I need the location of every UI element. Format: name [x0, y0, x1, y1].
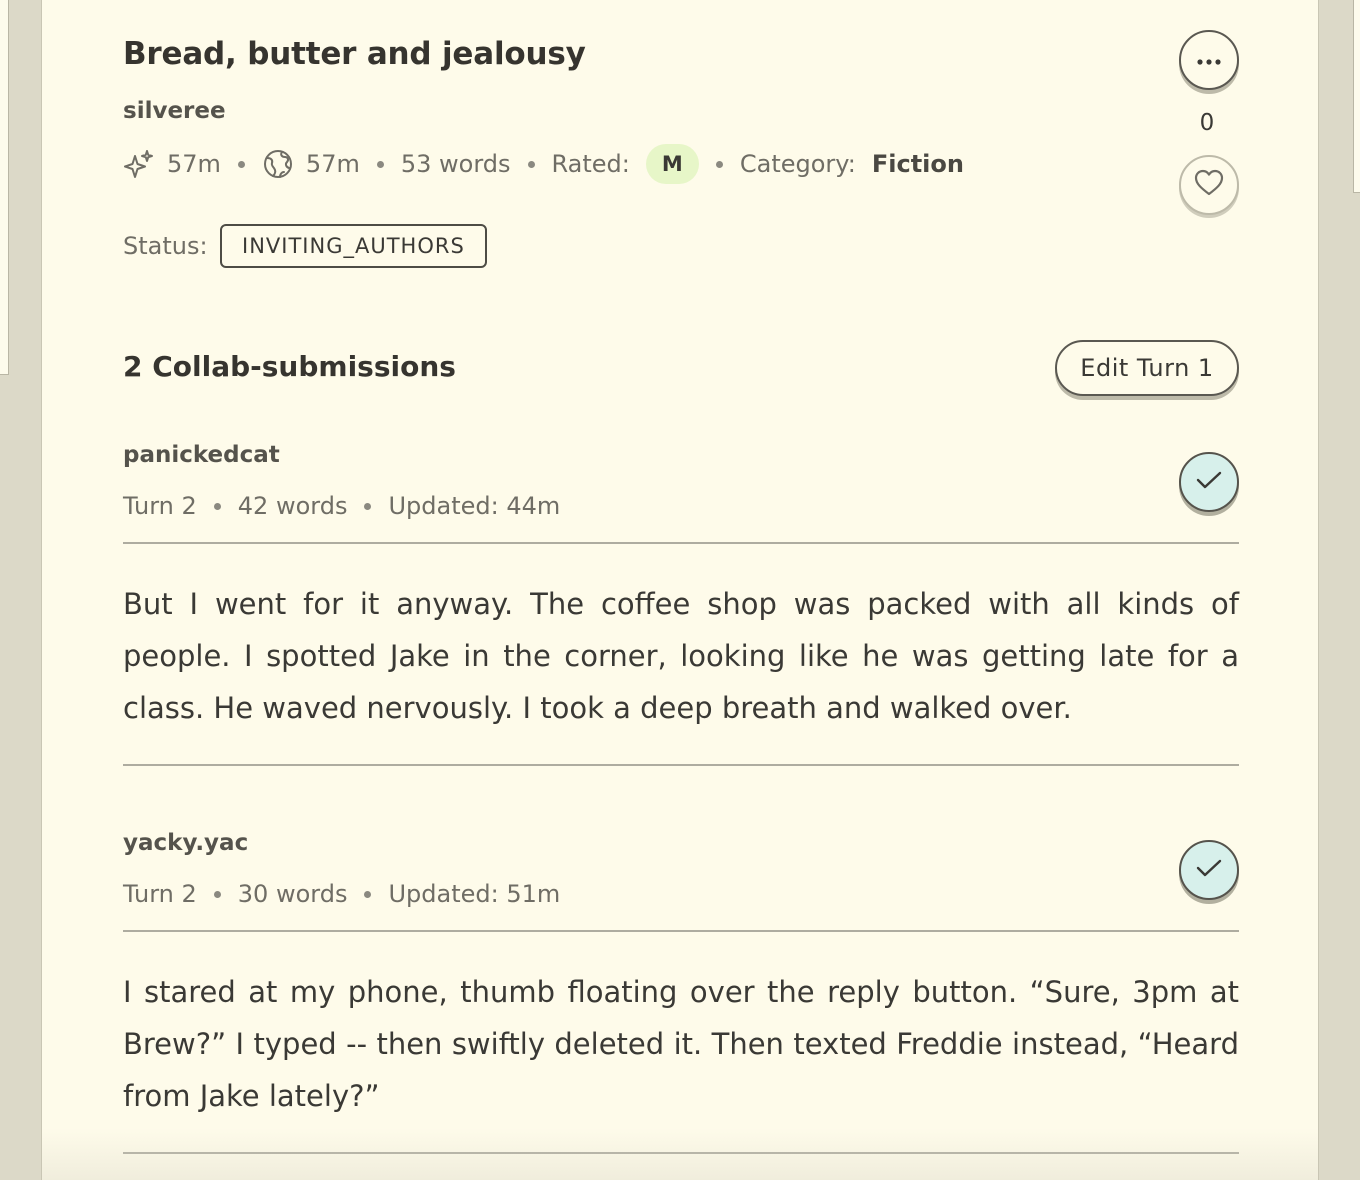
story-card: Bread, butter and jealousy silveree 57m … [41, 0, 1319, 1180]
created-ago: 57m [167, 150, 221, 178]
story-title: Bread, butter and jealousy [123, 36, 586, 72]
submission-words: 30 words [237, 880, 348, 908]
like-button[interactable] [1179, 155, 1239, 215]
submission-updated: Updated: 44m [388, 492, 561, 520]
approve-submission-button[interactable] [1179, 840, 1239, 900]
submission-updated: Updated: 51m [388, 880, 561, 908]
approve-submission-button[interactable] [1179, 452, 1239, 512]
divider [123, 542, 1239, 544]
divider [123, 1152, 1239, 1154]
submission-turn: Turn 2 [123, 492, 197, 520]
rated-label: Rated: [551, 150, 630, 178]
category-label: Category: [739, 150, 856, 178]
submission-text: But I went for it anyway. The coffee sho… [123, 587, 1239, 725]
submission-words: 42 words [237, 492, 348, 520]
word-count: 53 words [400, 150, 511, 178]
heart-icon [1194, 169, 1224, 201]
scroll-fade [42, 1128, 1318, 1180]
meta-separator [213, 502, 221, 510]
left-neighbor-panel [0, 0, 9, 375]
submission-turn: Turn 2 [123, 880, 197, 908]
sparkle-icon [123, 148, 155, 180]
edit-turn-button[interactable]: Edit Turn 1 [1055, 340, 1239, 396]
more-horizontal-icon [1195, 51, 1223, 70]
collab-heading: 2 Collab-submissions [123, 350, 456, 383]
published-ago: 57m [305, 150, 360, 178]
divider [123, 930, 1239, 932]
meta-separator [715, 160, 723, 168]
meta-separator [364, 502, 372, 510]
story-meta: 57m 57m 53 words Rated: M Category: Fict… [123, 144, 964, 184]
status-label: Status: [123, 232, 208, 260]
meta-separator [213, 890, 221, 898]
meta-separator [527, 160, 535, 168]
meta-separator [364, 890, 372, 898]
story-author[interactable]: silveree [123, 98, 226, 124]
status-badge: INVITING_AUTHORS [220, 224, 487, 268]
submission-text: I stared at my phone, thumb floating ove… [123, 975, 1239, 1113]
submission-author[interactable]: yacky.yac [123, 830, 248, 856]
more-options-button[interactable] [1179, 30, 1239, 90]
divider [123, 764, 1239, 766]
submission-author[interactable]: panickedcat [123, 442, 280, 468]
category-value[interactable]: Fiction [872, 150, 964, 178]
right-neighbor-panel [1353, 0, 1360, 193]
app-viewport: Bread, butter and jealousy silveree 57m … [0, 0, 1360, 1180]
check-icon [1196, 858, 1222, 882]
submission-meta: Turn 2 30 words Updated: 51m [123, 880, 560, 908]
submission-meta: Turn 2 42 words Updated: 44m [123, 492, 560, 520]
meta-separator [376, 160, 384, 168]
like-count: 0 [1199, 110, 1215, 136]
rating-badge: M [645, 144, 699, 184]
globe-icon [262, 148, 294, 180]
meta-separator [237, 160, 245, 168]
check-icon [1196, 470, 1222, 494]
